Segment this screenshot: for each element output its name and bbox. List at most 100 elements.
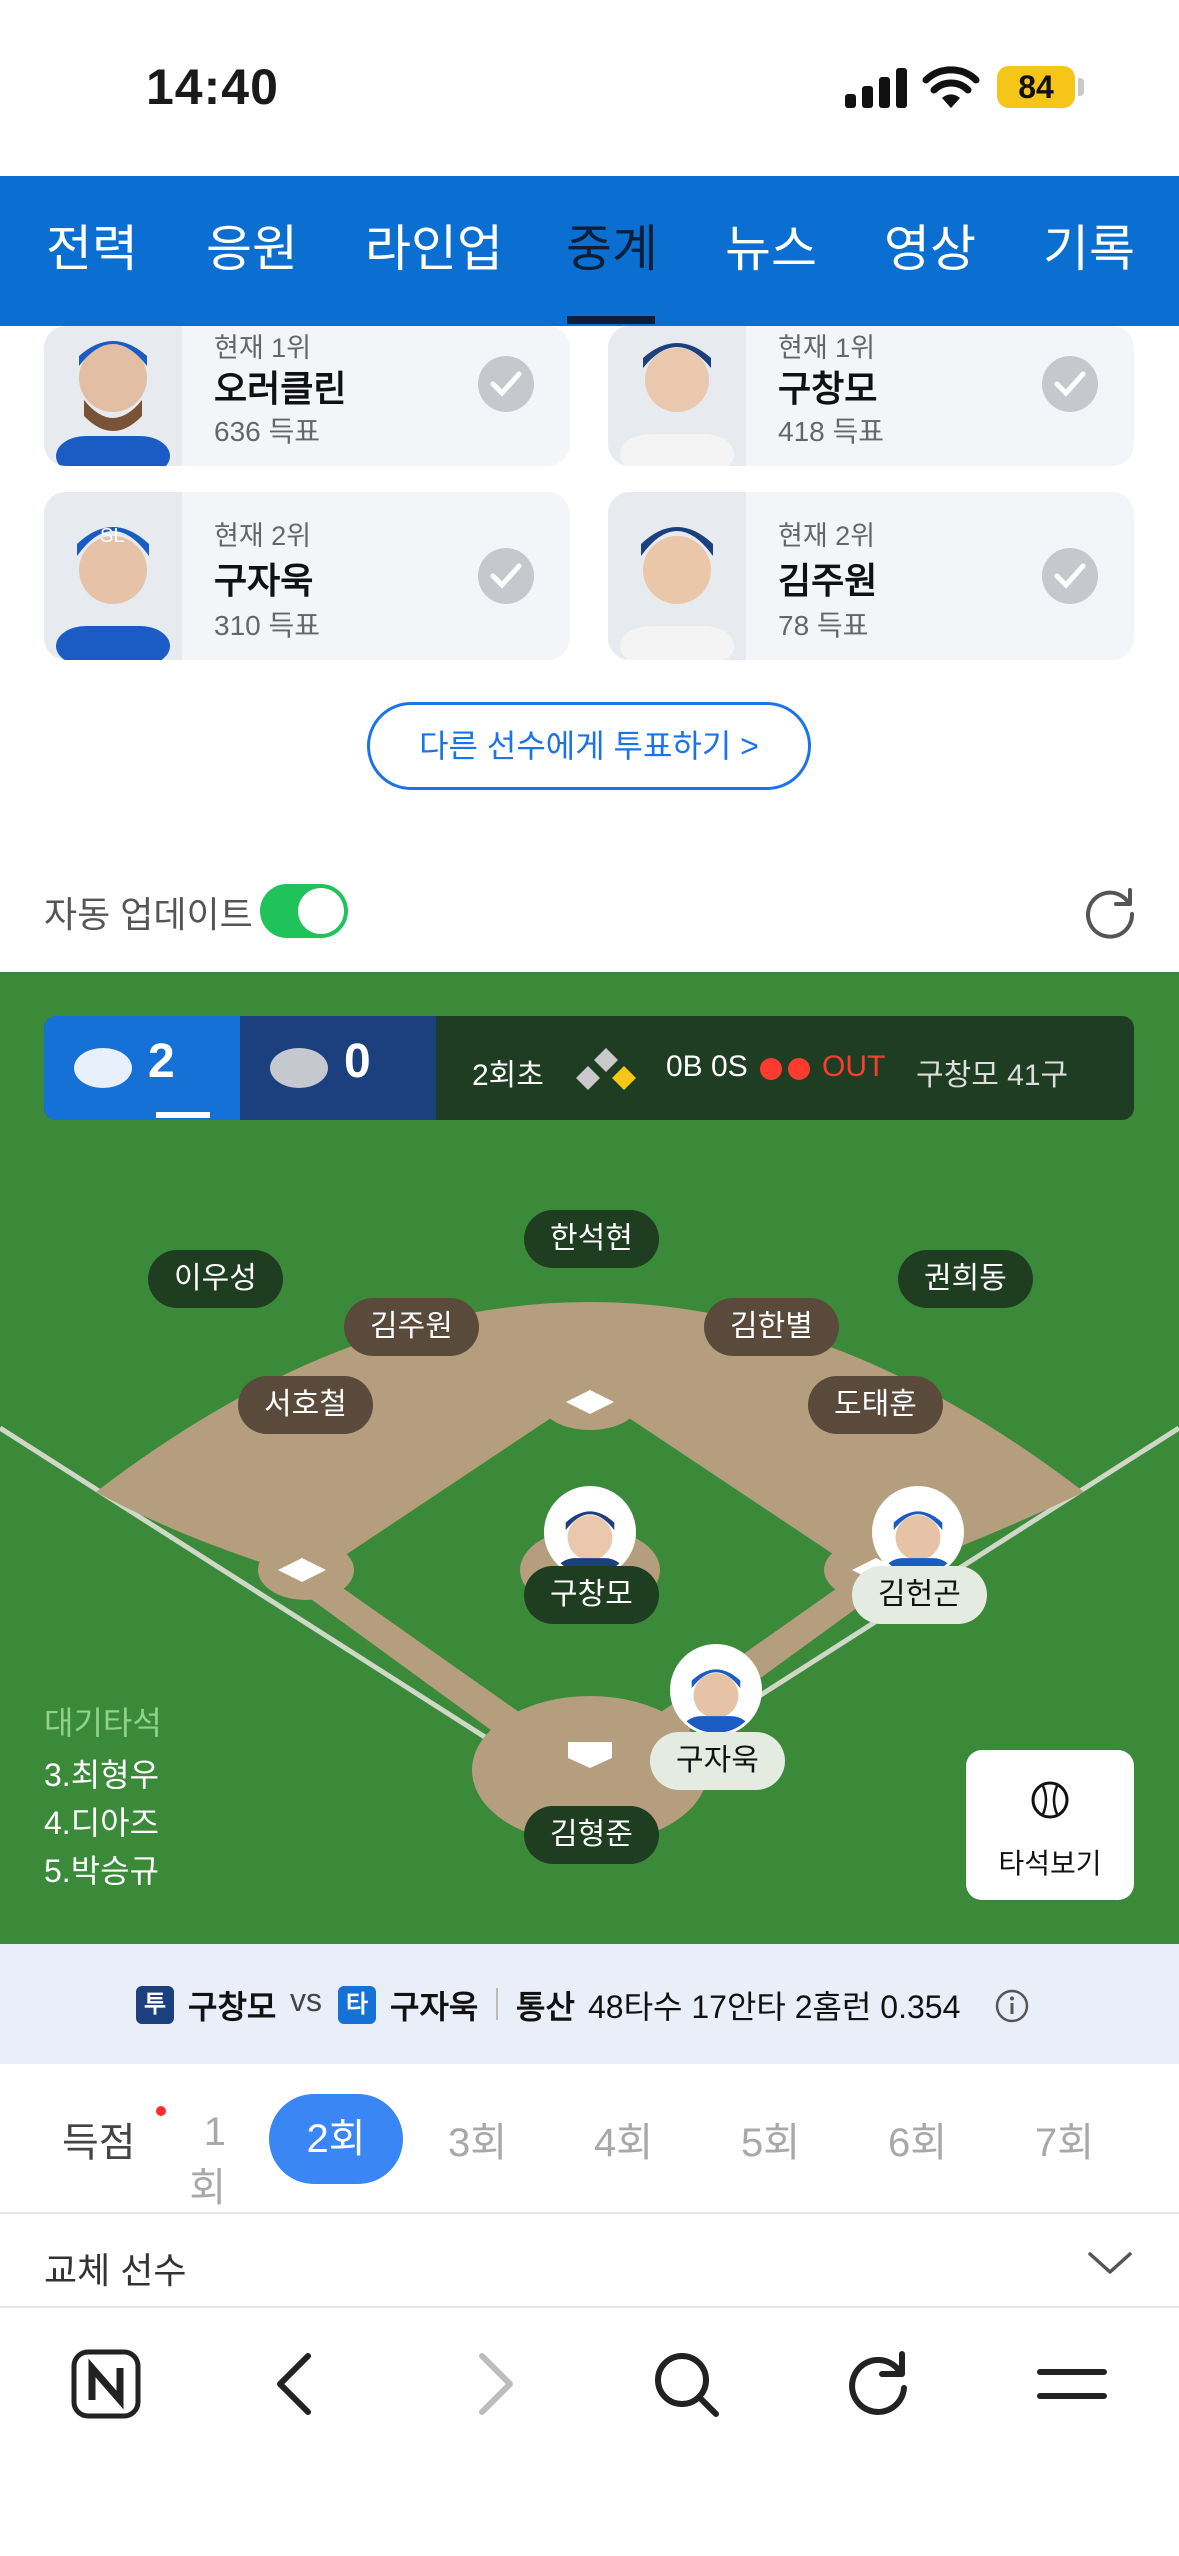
inning-tab-1[interactable]: 1회: [186, 2110, 226, 2213]
fielder-3b[interactable]: 서호철: [238, 1376, 373, 1434]
check-icon[interactable]: [478, 548, 534, 604]
status-time: 14:40: [146, 59, 279, 115]
runner-first-base[interactable]: 김헌곤: [852, 1566, 987, 1624]
inning-tab-4[interactable]: 4회: [594, 2110, 653, 2168]
inning-selector: 득점 1회 2회 3회 4회 5회 6회 7회: [0, 2064, 1179, 2214]
naver-home-icon[interactable]: [70, 2348, 142, 2420]
fielder-pitcher[interactable]: 구창모: [524, 1566, 659, 1624]
home-score: 2: [148, 1035, 175, 1088]
inning-tab-score[interactable]: 득점: [62, 2110, 136, 2168]
on-deck-batter: 3.최형우: [44, 1757, 160, 1793]
inning-tab-2[interactable]: 2회: [269, 2094, 403, 2184]
back-icon[interactable]: [262, 2348, 334, 2420]
search-icon[interactable]: [650, 2348, 722, 2420]
check-icon[interactable]: [1042, 548, 1098, 604]
on-deck-title: 대기타석: [44, 1705, 162, 1741]
player-photo: [44, 326, 182, 466]
auto-update-label: 자동 업데이트: [44, 894, 253, 935]
tab-news[interactable]: 뉴스: [725, 176, 817, 326]
tab-lineup[interactable]: 라인업: [365, 176, 503, 326]
current-batter[interactable]: 구자욱: [650, 1732, 785, 1790]
fielder-cf[interactable]: 한석현: [524, 1210, 659, 1268]
vote-rank: 현재 2위: [214, 521, 312, 551]
career-stats: 48타수 17안타 2홈런 0.354: [588, 1989, 961, 2025]
info-icon[interactable]: [994, 1988, 1030, 2024]
player-photo: [608, 492, 746, 660]
batting-team-indicator: [156, 1112, 210, 1118]
fielder-rf[interactable]: 권희동: [898, 1250, 1033, 1308]
inning-tab-5[interactable]: 5회: [741, 2110, 800, 2168]
player-photo: SL: [44, 492, 182, 660]
vote-count: 78 득표: [778, 610, 869, 641]
out-dot: [760, 1058, 782, 1080]
vote-player-name: 오러클린: [214, 368, 347, 409]
tab-video[interactable]: 영상: [884, 176, 976, 326]
dinos-logo: [270, 1048, 328, 1088]
fielder-1b[interactable]: 도태훈: [808, 1376, 943, 1434]
batter-badge: 타: [338, 1986, 376, 2024]
tab-records[interactable]: 기록: [1043, 176, 1135, 326]
substitutes-row[interactable]: 교체 선수: [0, 2216, 1179, 2308]
matchup-bar: 투 구창모 vs 타 구자욱 통산 48타수 17안타 2홈런 0.354: [0, 1944, 1179, 2064]
inning-tab-3[interactable]: 3회: [448, 2110, 507, 2168]
matchup-vs: vs: [290, 1982, 322, 2018]
on-deck-batter: 5.박승규: [44, 1853, 160, 1889]
divider: [496, 1988, 498, 2020]
batter-avatar[interactable]: [670, 1644, 762, 1736]
vote-card[interactable]: 현재 1위 구창모 418 득표: [608, 326, 1134, 466]
view-at-bat-button[interactable]: 타석보기: [966, 1750, 1134, 1900]
status-bar: 14:40 84: [0, 0, 1179, 176]
away-team-score: 0: [240, 1016, 436, 1120]
browser-toolbar: [0, 2310, 1179, 2556]
vote-card[interactable]: 현재 1위 오러클린 636 득표: [44, 326, 570, 466]
vote-player-name: 구자욱: [214, 560, 314, 601]
vote-card[interactable]: 현재 2위 김주원 78 득표: [608, 492, 1134, 660]
vote-player-name: 구창모: [778, 368, 878, 409]
forward-icon[interactable]: [456, 2348, 528, 2420]
toggle-knob: [298, 888, 344, 934]
fielder-lf[interactable]: 이우성: [148, 1250, 283, 1308]
vote-rank: 현재 2위: [778, 521, 876, 551]
tab-cheer[interactable]: 응원: [206, 176, 298, 326]
check-icon[interactable]: [478, 356, 534, 412]
fielder-catcher[interactable]: 김형준: [524, 1806, 659, 1864]
signal-icon: [845, 68, 907, 108]
active-tab-indicator: [567, 316, 655, 324]
away-score: 0: [344, 1035, 371, 1088]
runner-avatar[interactable]: [872, 1486, 964, 1578]
new-score-dot: [156, 2106, 166, 2116]
battery-nub: [1078, 78, 1084, 96]
vote-player-name: 김주원: [778, 560, 878, 601]
substitutes-label: 교체 선수: [44, 2250, 187, 2291]
bases-diamond-icon: [576, 1048, 636, 1090]
baseball-field: 2 0 2회초 0B 0S OUT 구창모 41구 한석현 이우성 권희동 김주…: [0, 972, 1179, 1944]
tab-broadcast[interactable]: 중계: [566, 176, 658, 326]
check-icon[interactable]: [1042, 356, 1098, 412]
auto-update-toggle[interactable]: [260, 884, 348, 938]
vote-count: 310 득표: [214, 610, 321, 641]
inning-tab-7[interactable]: 7회: [1035, 2110, 1094, 2168]
on-deck-batter: 4.디아즈: [44, 1805, 160, 1841]
reload-icon[interactable]: [842, 2348, 914, 2420]
chevron-down-icon: [1088, 2252, 1132, 2274]
menu-icon[interactable]: [1036, 2348, 1108, 2420]
out-dot: [788, 1058, 810, 1080]
scoreboard: 2 0 2회초 0B 0S OUT 구창모 41구: [44, 1016, 1134, 1120]
matchup-pitcher: 구창모: [188, 1989, 277, 2025]
pitcher-pitch-count: 구창모 41구: [916, 1059, 1069, 1092]
fielder-ss[interactable]: 김주원: [344, 1298, 479, 1356]
home-team-score: 2: [44, 1016, 240, 1120]
svg-text:SL: SL: [100, 525, 124, 547]
vote-count: 418 득표: [778, 416, 885, 447]
team-tab-bar: 전력 응원 라인업 중계 뉴스 영상 기록: [0, 176, 1179, 326]
vote-card[interactable]: SL 현재 2위 구자욱 310 득표: [44, 492, 570, 660]
inning-tab-1-label: 1회: [189, 2110, 226, 2210]
refresh-icon[interactable]: [1082, 884, 1138, 940]
fielder-2b[interactable]: 김한별: [704, 1298, 839, 1356]
out-label: OUT: [822, 1050, 886, 1083]
inning-tab-6[interactable]: 6회: [888, 2110, 947, 2168]
career-label: 통산: [516, 1989, 575, 2025]
tab-power[interactable]: 전력: [46, 176, 138, 326]
vote-other-player-button[interactable]: 다른 선수에게 투표하기 >: [367, 702, 811, 790]
pitcher-avatar[interactable]: [544, 1486, 636, 1578]
